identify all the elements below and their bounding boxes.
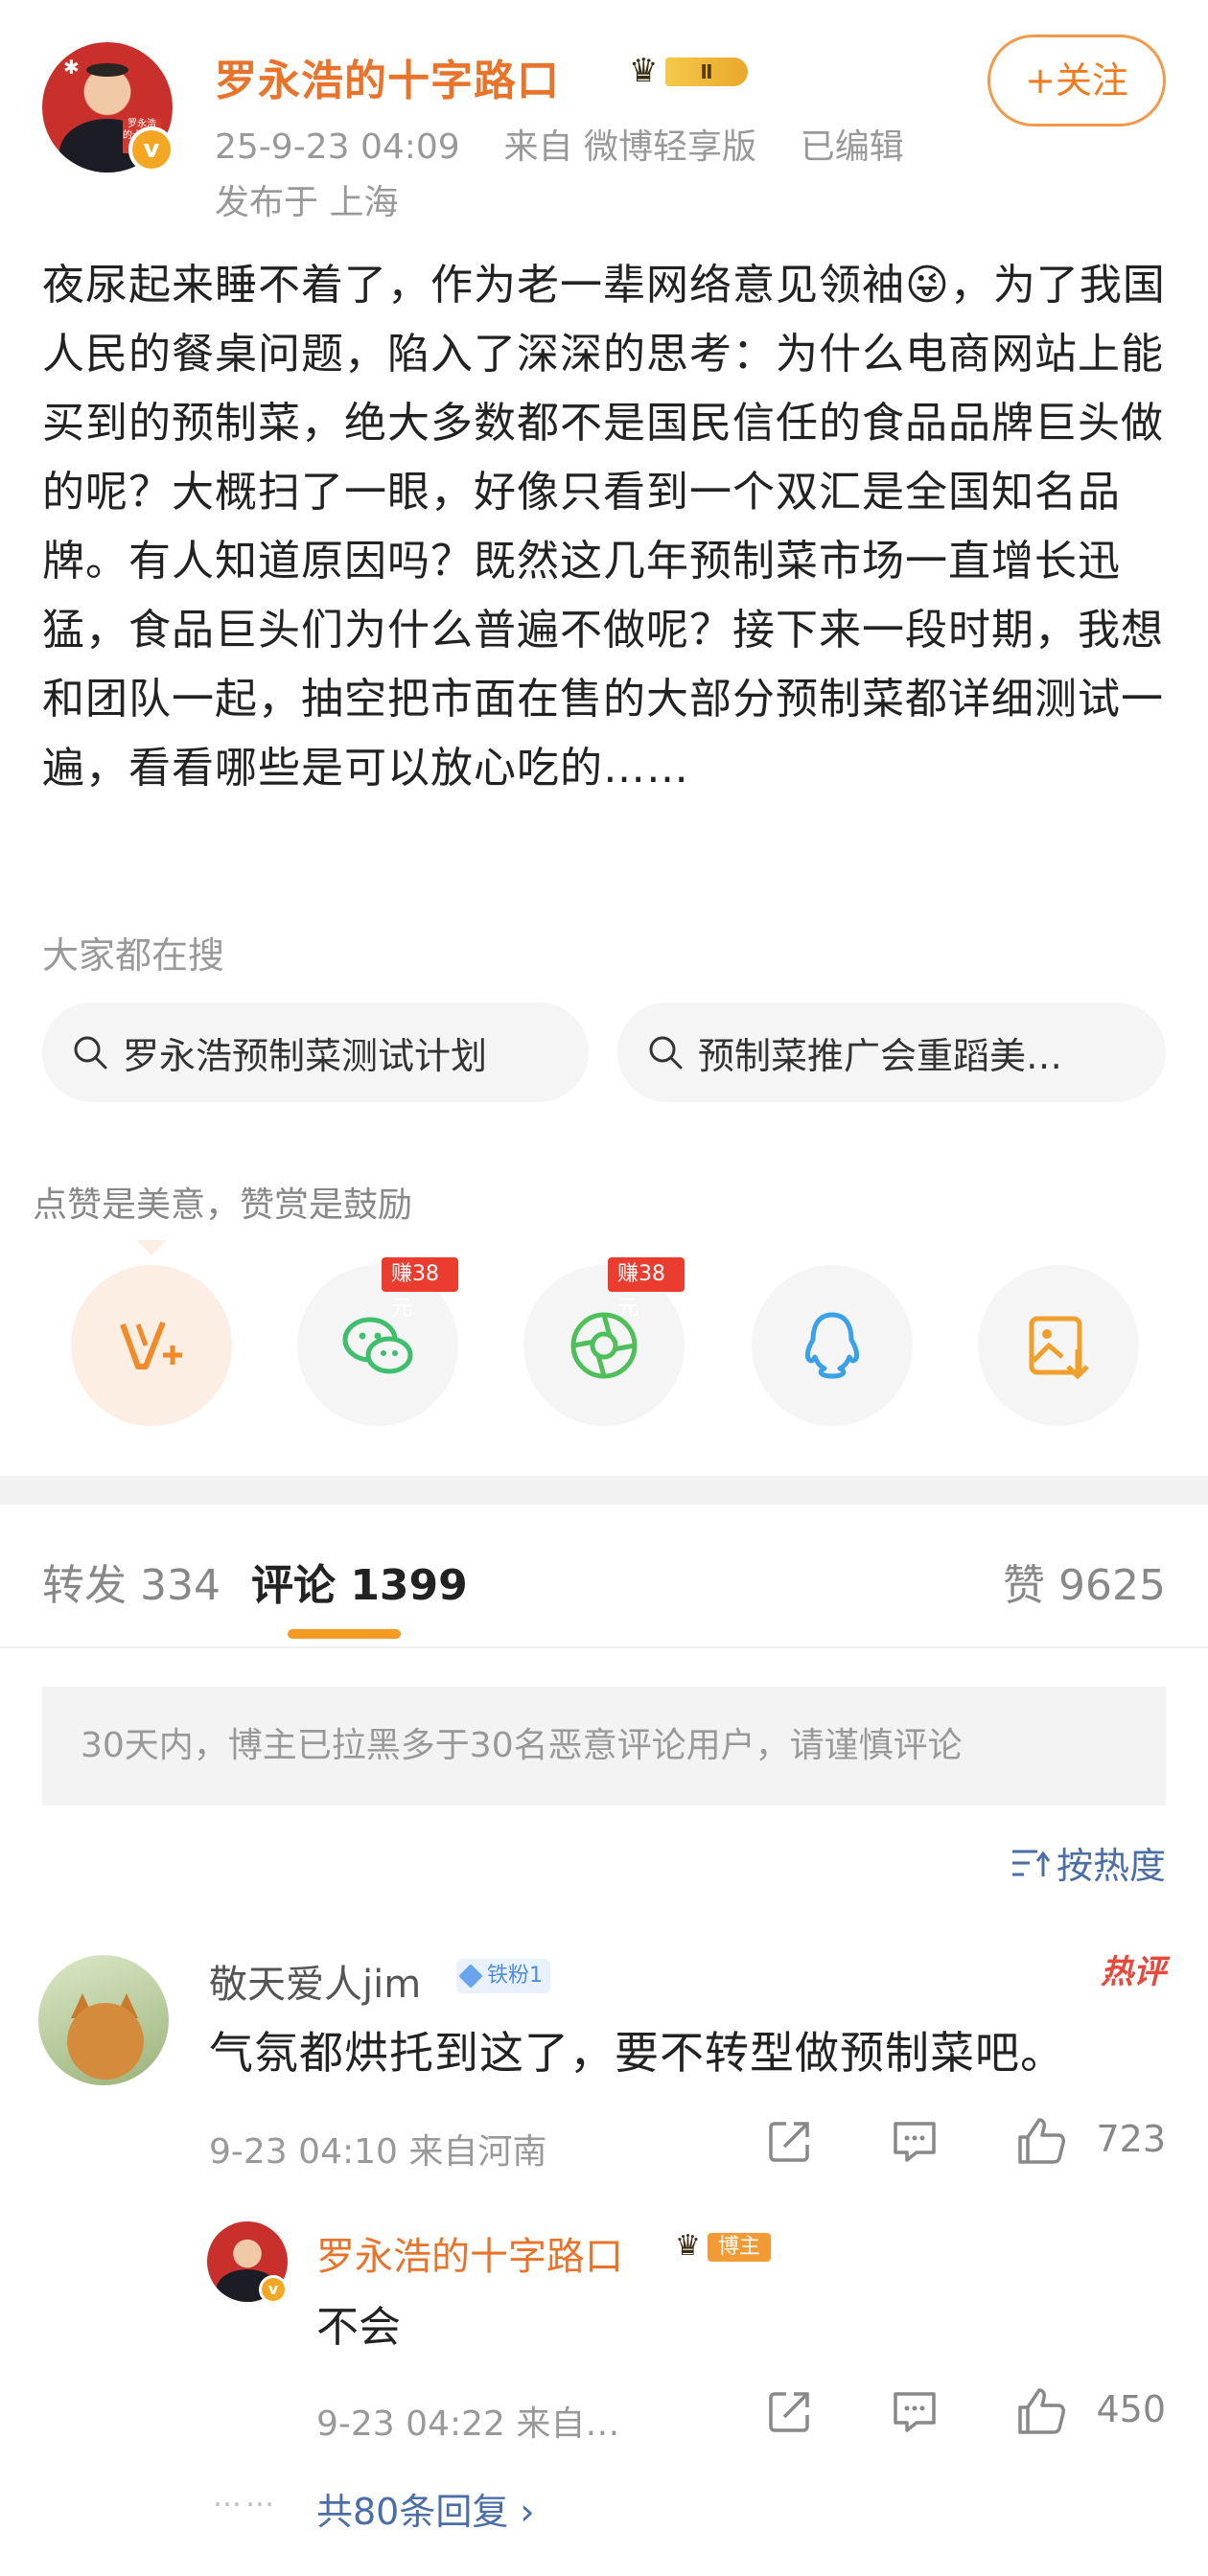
share-wechat-button[interactable]: 赚38元 — [297, 1257, 458, 1426]
section-separator — [0, 1476, 1208, 1505]
commenter-avatar[interactable] — [38, 1955, 169, 2085]
more-replies-label: 共80条回复 › — [316, 2491, 535, 2533]
share-icon[interactable] — [763, 2114, 817, 2168]
post-source[interactable]: 来自 微博轻享版 — [504, 127, 756, 167]
tab-comment[interactable]: 评论 1399 — [251, 1551, 468, 1612]
reply-icon[interactable] — [888, 2384, 941, 2438]
share-moments-button[interactable]: 赚38元 — [523, 1257, 685, 1426]
avatar-hair — [86, 63, 128, 77]
sort-toggle[interactable]: 按热度 — [1009, 1836, 1166, 1889]
reply-thread-dots: …… — [213, 2480, 278, 2514]
search-icon — [649, 1036, 683, 1070]
active-tab-indicator — [288, 1629, 401, 1639]
tab-repost[interactable]: 转发 334 — [42, 1551, 221, 1612]
qq-icon — [804, 1312, 860, 1379]
tab-like[interactable]: 赞 9625 — [1003, 1551, 1166, 1612]
search-label: 大家都在搜 — [42, 934, 225, 977]
reply-actions: 450 — [763, 2384, 1166, 2442]
tip-arrow — [136, 1240, 167, 1255]
moments-icon — [570, 1312, 638, 1379]
host-badge: ♛ 博主 — [675, 2227, 780, 2266]
comment-notice: 30天内，博主已拉黑多于30名恶意评论用户，请谨慎评论 — [42, 1687, 1166, 1806]
author-name[interactable]: 罗永浩的十字路口 — [215, 46, 560, 107]
verified-icon: v — [259, 2275, 288, 2304]
reply-meta: 9-23 04:22 来自… — [316, 2404, 620, 2444]
fan-badge-label: 铁粉1 — [487, 1964, 543, 1988]
post-edited[interactable]: 已编辑 — [801, 127, 904, 167]
search-icon — [74, 1036, 107, 1070]
replier-name[interactable]: 罗永浩的十字路口 — [316, 2225, 623, 2281]
search-chip-label: 罗永浩预制菜测试计划 — [123, 1034, 488, 1077]
post-header: ✱ 罗永浩 的十字路口 v 罗永浩的十字路口 ♛ Ⅱ 25-9-23 04:09… — [0, 0, 1208, 222]
post-timestamp: 25-9-23 04:09 — [215, 127, 460, 167]
hot-comment-badge: 热评 — [1101, 1953, 1166, 1991]
like-count: 450 — [1096, 2388, 1166, 2430]
sort-label: 按热度 — [1056, 1845, 1166, 1887]
search-chip[interactable]: 预制菜推广会重蹈美… — [617, 1002, 1166, 1102]
like-icon[interactable] — [1014, 2384, 1068, 2438]
reward-icon — [120, 1321, 182, 1369]
comment-actions: 723 — [763, 2114, 1166, 2172]
level-badge[interactable]: ♛ Ⅱ — [629, 52, 755, 90]
wechat-icon — [342, 1317, 413, 1374]
post-location: 发布于 上海 — [215, 183, 399, 222]
search-chip-label: 预制菜推广会重蹈美… — [698, 1034, 1063, 1077]
save-image-icon — [1029, 1316, 1089, 1380]
like-icon[interactable] — [1014, 2114, 1068, 2168]
level-label: Ⅱ — [665, 58, 748, 86]
search-chip[interactable]: 罗永浩预制菜测试计划 — [42, 1002, 589, 1102]
reply-icon[interactable] — [888, 2114, 941, 2168]
commenter-name[interactable]: 敬天爱人jim — [209, 1953, 421, 2009]
post-body: 夜尿起来睡不着了，作为老一辈网络意见领袖😜，为了我国人民的餐桌问题，陷入了深深的… — [42, 251, 1173, 803]
sort-icon — [1011, 1850, 1051, 1876]
share-icon[interactable] — [763, 2384, 817, 2438]
save-image-button[interactable] — [978, 1265, 1139, 1426]
cat-head — [67, 2003, 144, 2080]
earn-badge: 赚38元 — [382, 1257, 458, 1321]
reward-tip: 点赞是美意，赞赏是鼓励 — [33, 1185, 413, 1225]
post-text: 夜尿起来睡不着了，作为老一辈网络意见领袖😜，为了我国人民的餐桌问题，陷入了深深的… — [42, 261, 1166, 793]
fan-badge[interactable]: 铁粉1 — [456, 1959, 550, 1993]
verified-icon: v — [128, 126, 174, 172]
comment-text[interactable]: 气氛都烘托到这了，要不转型做预制菜吧。 — [209, 2018, 1065, 2082]
interaction-tabs: 转发 334 评论 1399 赞 9625 — [0, 1505, 1208, 1648]
post-meta: 25-9-23 04:09 来自 微博轻享版 已编辑 — [215, 119, 904, 169]
like-count: 723 — [1096, 2118, 1166, 2160]
reward-button[interactable] — [71, 1265, 232, 1426]
more-replies-link[interactable]: 共80条回复 › — [316, 2482, 535, 2535]
reply-text[interactable]: 不会 — [316, 2292, 401, 2354]
host-badge-label: 博主 — [708, 2233, 771, 2262]
follow-button[interactable]: +关注 — [987, 34, 1166, 126]
share-qq-button[interactable] — [752, 1265, 913, 1426]
comment-meta: 9-23 04:10 来自河南 — [209, 2132, 547, 2172]
avatar-star-icon: ✱ — [63, 56, 80, 79]
share-row: 赚38元 赚38元 — [0, 1257, 1208, 1438]
crown-icon: ♛ — [675, 2229, 701, 2263]
diamond-icon — [458, 1964, 483, 1989]
earn-badge: 赚38元 — [608, 1257, 685, 1321]
